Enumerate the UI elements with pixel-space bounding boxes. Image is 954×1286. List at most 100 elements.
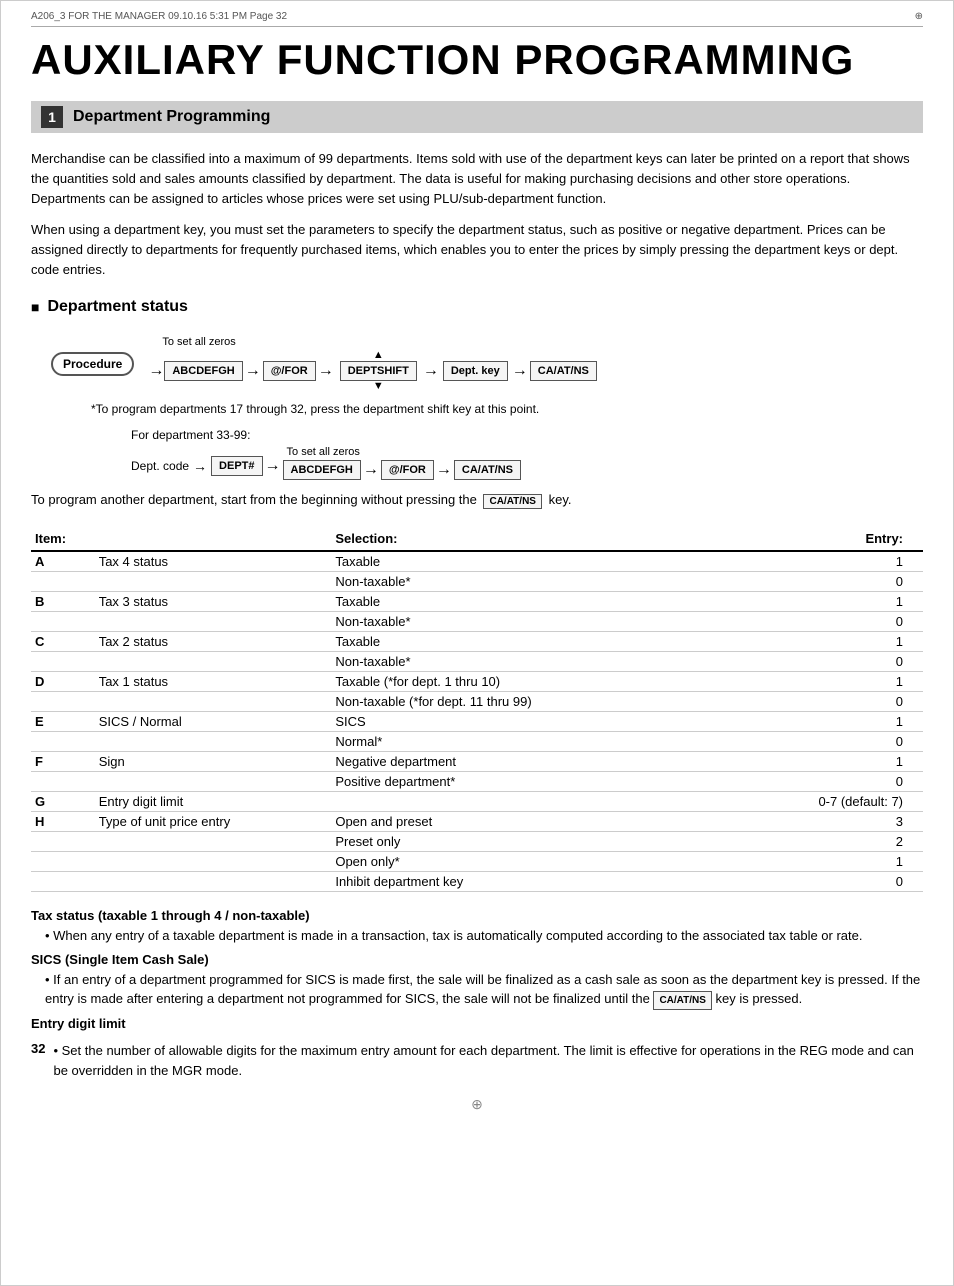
arrow2: → bbox=[245, 363, 261, 379]
table-cell-entry: 0 bbox=[745, 652, 923, 672]
table-cell-desc: SICS / Normal bbox=[95, 712, 332, 732]
table-header-row: Item: Selection: Entry: bbox=[31, 527, 923, 551]
table-row: Preset only2 bbox=[31, 832, 923, 852]
table-row: Positive department*0 bbox=[31, 772, 923, 792]
table-cell-desc bbox=[95, 832, 332, 852]
table-cell-sel: Taxable bbox=[331, 551, 745, 572]
bottom-row: 32 • Set the number of allowable digits … bbox=[31, 1041, 923, 1080]
table-cell-sel: Positive department* bbox=[331, 772, 745, 792]
d33-arrow1: → bbox=[265, 458, 281, 474]
reg-mark-bottom: ⊕ bbox=[31, 1096, 923, 1113]
d33-arrow3: → bbox=[436, 462, 452, 478]
table-cell-sel: Taxable bbox=[331, 632, 745, 652]
d33-caatns-key: CA/AT/NS bbox=[454, 460, 521, 480]
table-cell-desc bbox=[95, 612, 332, 632]
table-cell-sel: Taxable bbox=[331, 592, 745, 612]
table-row: BTax 3 statusTaxable1 bbox=[31, 592, 923, 612]
table-cell-item bbox=[31, 612, 95, 632]
th-desc bbox=[95, 527, 332, 551]
table-row: CTax 2 statusTaxable1 bbox=[31, 632, 923, 652]
table-cell-item bbox=[31, 852, 95, 872]
dept-status-title: Department status bbox=[31, 298, 923, 316]
table-cell-sel bbox=[331, 792, 745, 812]
main-title: AUXILIARY FUNCTION PROGRAMMING bbox=[31, 37, 923, 83]
d33-abcdefgh-key: ABCDEFGH bbox=[283, 460, 361, 480]
table-cell-sel: Normal* bbox=[331, 732, 745, 752]
section-title: Department Programming bbox=[73, 108, 270, 126]
table-cell-entry: 0 bbox=[745, 612, 923, 632]
caatns-key: CA/AT/NS bbox=[530, 361, 597, 381]
table-cell-sel: Open and preset bbox=[331, 812, 745, 832]
reg-mark-top: ⊕ bbox=[915, 11, 923, 22]
table-cell-item bbox=[31, 772, 95, 792]
table-cell-item bbox=[31, 872, 95, 892]
top-bar-text: A206_3 FOR THE MANAGER 09.10.16 5:31 PM … bbox=[31, 11, 287, 22]
to-set-zeros-note: To set all zeros bbox=[162, 336, 235, 348]
dept-code-arrow: → bbox=[193, 458, 207, 474]
table-cell-item bbox=[31, 652, 95, 672]
table-cell-sel: Taxable (*for dept. 1 thru 10) bbox=[331, 672, 745, 692]
table-cell-item bbox=[31, 732, 95, 752]
table-cell-desc bbox=[95, 772, 332, 792]
table-cell-item: E bbox=[31, 712, 95, 732]
table-cell-sel: Non-taxable* bbox=[331, 572, 745, 592]
arrow1: → bbox=[148, 363, 164, 379]
asterisk-note: *To program departments 17 through 32, p… bbox=[91, 402, 923, 416]
another-dept-text: To program another department, start fro… bbox=[31, 492, 477, 507]
tax-status-bullet: • When any entry of a taxable department… bbox=[45, 926, 923, 946]
d33-arrow2: → bbox=[363, 462, 379, 478]
table-cell-item: A bbox=[31, 551, 95, 572]
sics-inline-key: CA/AT/NS bbox=[653, 991, 711, 1010]
notes-section: Tax status (taxable 1 through 4 / non-ta… bbox=[31, 908, 923, 1031]
table-cell-entry: 3 bbox=[745, 812, 923, 832]
table-row: Non-taxable (*for dept. 11 thru 99)0 bbox=[31, 692, 923, 712]
table-cell-desc: Tax 4 status bbox=[95, 551, 332, 572]
sics-bullet: • If an entry of a department programmed… bbox=[45, 970, 923, 1011]
data-table: Item: Selection: Entry: ATax 4 statusTax… bbox=[31, 527, 923, 892]
table-cell-entry: 0 bbox=[745, 692, 923, 712]
for-key: @/FOR bbox=[263, 361, 316, 381]
table-row: Inhibit department key0 bbox=[31, 872, 923, 892]
table-row: ATax 4 statusTaxable1 bbox=[31, 551, 923, 572]
table-cell-entry: 0 bbox=[745, 872, 923, 892]
table-cell-desc bbox=[95, 732, 332, 752]
d33-for-key: @/FOR bbox=[381, 460, 434, 480]
another-dept-note: To program another department, start fro… bbox=[31, 492, 923, 509]
section-header: 1 Department Programming bbox=[31, 101, 923, 133]
table-cell-item: H bbox=[31, 812, 95, 832]
intro-para2: When using a department key, you must se… bbox=[31, 220, 923, 280]
table-cell-desc: Type of unit price entry bbox=[95, 812, 332, 832]
table-cell-item: B bbox=[31, 592, 95, 612]
deptshift-up-arrow: ▲ bbox=[373, 350, 384, 361]
table-cell-entry: 0-7 (default: 7) bbox=[745, 792, 923, 812]
table-cell-desc bbox=[95, 652, 332, 672]
table-cell-item: F bbox=[31, 752, 95, 772]
table-row: Non-taxable*0 bbox=[31, 572, 923, 592]
table-cell-desc: Entry digit limit bbox=[95, 792, 332, 812]
th-entry: Entry: bbox=[745, 527, 923, 551]
th-selection: Selection: bbox=[331, 527, 745, 551]
table-cell-sel: Inhibit department key bbox=[331, 872, 745, 892]
table-cell-desc: Tax 3 status bbox=[95, 592, 332, 612]
table-cell-entry: 0 bbox=[745, 732, 923, 752]
table-cell-item: C bbox=[31, 632, 95, 652]
table-cell-item: G bbox=[31, 792, 95, 812]
procedure-label: Procedure bbox=[51, 352, 134, 376]
table-cell-desc: Sign bbox=[95, 752, 332, 772]
table-cell-entry: 1 bbox=[745, 712, 923, 732]
table-cell-desc: Tax 2 status bbox=[95, 632, 332, 652]
table-cell-entry: 0 bbox=[745, 772, 923, 792]
arrow4: → bbox=[423, 363, 439, 379]
th-item: Item: bbox=[31, 527, 95, 551]
table-cell-sel: Open only* bbox=[331, 852, 745, 872]
arrow3: → bbox=[318, 363, 334, 379]
page-wrapper: A206_3 FOR THE MANAGER 09.10.16 5:31 PM … bbox=[0, 0, 954, 1286]
tax-status-title: Tax status (taxable 1 through 4 / non-ta… bbox=[31, 908, 923, 923]
table-cell-desc: Tax 1 status bbox=[95, 672, 332, 692]
another-dept-key: CA/AT/NS bbox=[483, 494, 541, 509]
table-row: DTax 1 statusTaxable (*for dept. 1 thru … bbox=[31, 672, 923, 692]
table-cell-entry: 1 bbox=[745, 632, 923, 652]
page-number: 32 bbox=[31, 1041, 45, 1056]
table-cell-item bbox=[31, 832, 95, 852]
table-cell-sel: Non-taxable* bbox=[331, 652, 745, 672]
